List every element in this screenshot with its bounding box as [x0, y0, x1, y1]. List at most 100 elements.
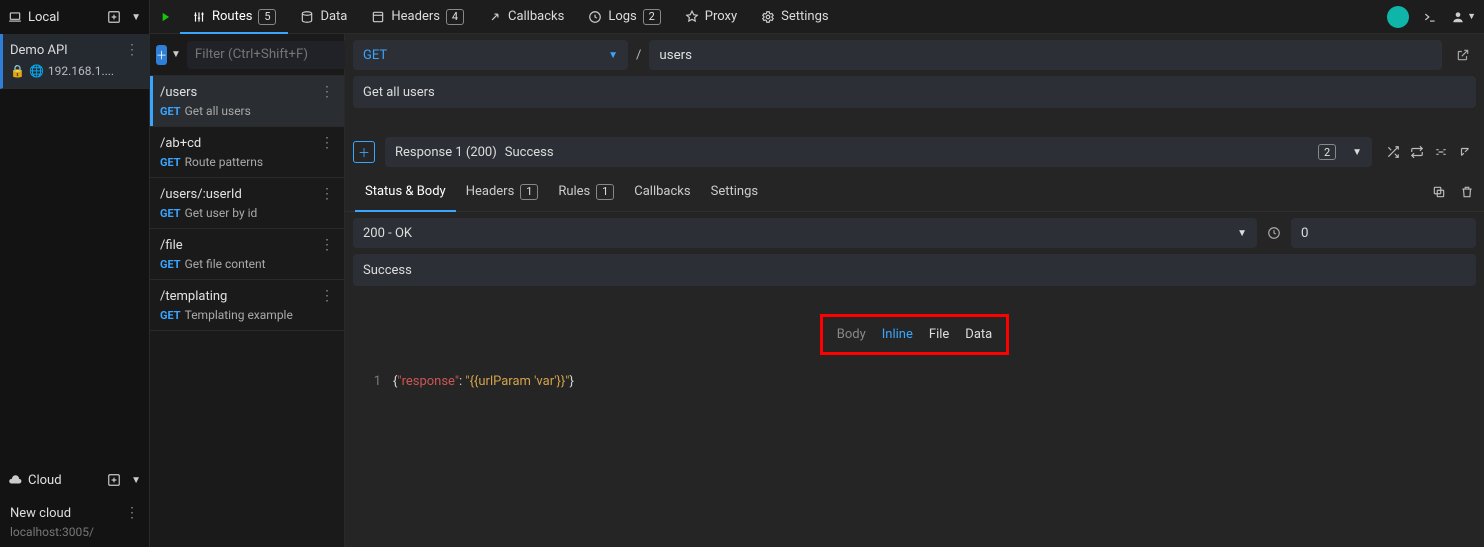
route-method: GET: [160, 207, 181, 220]
body-type-file[interactable]: File: [929, 327, 949, 342]
method-value: GET: [363, 48, 387, 63]
route-description[interactable]: Get all users: [353, 76, 1476, 108]
route-desc: Route patterns: [185, 155, 264, 169]
body-type-selector: Body Inline File Data: [820, 314, 1009, 355]
route-path: /users: [160, 85, 197, 100]
add-route-caret-icon[interactable]: ▼: [171, 49, 181, 60]
route-menu-icon[interactable]: ⋮: [320, 288, 334, 304]
cloud-label: Cloud: [28, 473, 62, 488]
body-editor[interactable]: 1 {"response": "{{urlParam 'var'}}"}: [345, 373, 1484, 390]
delay-input[interactable]: [1291, 218, 1476, 248]
tab-callbacks[interactable]: Callbacks: [476, 0, 576, 34]
route-menu-icon[interactable]: ⋮: [320, 237, 334, 253]
tab-callbacks-label: Callbacks: [508, 9, 564, 24]
tab-data-label: Data: [320, 9, 347, 24]
env-address: 192.168.1....: [48, 64, 114, 78]
route-item[interactable]: /templating ⋮ GETTemplating example: [150, 280, 344, 331]
laptop-icon: [8, 10, 22, 24]
add-env-icon[interactable]: [107, 10, 121, 24]
route-method: GET: [160, 309, 181, 322]
delete-icon[interactable]: [1460, 185, 1474, 199]
chevron-down-icon: ▼: [1237, 228, 1247, 239]
add-route-button[interactable]: ＋: [156, 45, 167, 65]
add-cloud-icon[interactable]: [107, 473, 121, 487]
tab-data[interactable]: Data: [288, 0, 359, 34]
route-method: GET: [160, 156, 181, 169]
globe-icon: 🌐: [29, 64, 44, 78]
account-menu-icon[interactable]: ▼: [1451, 10, 1476, 24]
tab-routes[interactable]: Routes 5: [180, 0, 288, 34]
route-desc: Get all users: [185, 104, 251, 118]
route-item[interactable]: /users/:userId ⋮ GET Get user by id: [150, 178, 344, 229]
cloud-env-item[interactable]: New cloud ⋮ localhost:3005/: [0, 497, 149, 547]
route-item[interactable]: /file ⋮ GET Get file content: [150, 229, 344, 280]
collapse-local-icon[interactable]: ▼: [131, 12, 141, 23]
collapse-cloud-icon[interactable]: ▼: [131, 475, 141, 486]
response-label: Response 1 (200): [395, 145, 497, 160]
tab-logs[interactable]: Logs 2: [576, 0, 672, 34]
route-path: /ab+cd: [160, 136, 201, 151]
chevron-down-icon: ▼: [608, 50, 618, 61]
method-select[interactable]: GET ▼: [353, 40, 628, 70]
cloud-item-menu-icon[interactable]: ⋮: [125, 505, 139, 521]
route-desc: Get user by id: [185, 206, 258, 220]
shuffle-icon[interactable]: [1386, 145, 1400, 159]
tab-logs-label: Logs: [608, 9, 636, 24]
terminal-icon[interactable]: [1423, 10, 1437, 24]
play-icon[interactable]: [158, 10, 172, 24]
avatar[interactable]: [1387, 6, 1409, 28]
cloud-item-sub: localhost:3005/: [10, 525, 139, 539]
route-path: /users/:userId: [160, 187, 242, 202]
body-type-data[interactable]: Data: [965, 327, 992, 342]
repeat-icon[interactable]: [1410, 145, 1424, 159]
logs-count-badge: 2: [643, 9, 661, 25]
status-select[interactable]: 200 - OK ▼: [353, 218, 1257, 248]
response-desc: Success: [505, 145, 554, 160]
response-select[interactable]: Response 1 (200) Success 2 ▼: [385, 137, 1372, 167]
tab-proxy-label: Proxy: [705, 9, 737, 24]
route-menu-icon[interactable]: ⋮: [320, 84, 334, 100]
path-input[interactable]: [649, 40, 1442, 70]
callbacks-icon: [488, 10, 502, 24]
route-desc: Get file content: [185, 257, 266, 271]
body-type-inline[interactable]: Inline: [882, 327, 913, 342]
subtab-callbacks[interactable]: Callbacks: [624, 172, 700, 212]
cloud-item-title: New cloud: [10, 506, 71, 521]
response-count-badge: 2: [1318, 144, 1336, 160]
lock-icon: 🔒: [10, 64, 25, 78]
route-path: /templating: [160, 289, 227, 304]
tab-settings-label: Settings: [781, 9, 828, 24]
env-item-demo-api[interactable]: Demo API ⋮ 🔒 🌐 192.168.1....: [0, 34, 149, 89]
clock-icon: [1267, 226, 1281, 240]
tab-headers[interactable]: Headers 4: [359, 0, 476, 34]
toggle-icon[interactable]: [1434, 145, 1448, 159]
headers-count-badge: 4: [446, 9, 464, 25]
gear-icon: [761, 10, 775, 24]
open-external-icon[interactable]: [1450, 48, 1476, 62]
path-slash: /: [636, 48, 641, 63]
chevron-down-icon: ▼: [1352, 147, 1362, 158]
route-menu-icon[interactable]: ⋮: [320, 135, 334, 151]
route-item[interactable]: /ab+cd ⋮ GET Route patterns: [150, 127, 344, 178]
tab-settings[interactable]: Settings: [749, 0, 840, 34]
add-response-button[interactable]: ＋: [353, 141, 375, 163]
headers-icon: [371, 10, 385, 24]
cloud-section-header: Cloud ▼: [0, 463, 149, 497]
subtab-headers[interactable]: Headers1: [456, 172, 549, 212]
tab-headers-label: Headers: [391, 9, 440, 24]
route-menu-icon[interactable]: ⋮: [320, 186, 334, 202]
line-number: 1: [345, 374, 381, 389]
subtab-rules[interactable]: Rules1: [548, 172, 624, 212]
route-path: /file: [160, 238, 183, 253]
body-type-label: Body: [837, 327, 866, 342]
fallback-icon[interactable]: [1458, 145, 1472, 159]
copy-icon[interactable]: [1432, 185, 1446, 199]
env-menu-icon[interactable]: ⋮: [125, 42, 139, 58]
subtab-status-body[interactable]: Status & Body: [355, 172, 456, 212]
tab-proxy[interactable]: Proxy: [673, 0, 749, 34]
route-item[interactable]: /users ⋮ GETGet all users: [150, 76, 344, 127]
response-label-input[interactable]: Success: [353, 254, 1476, 286]
subtab-settings[interactable]: Settings: [701, 172, 768, 212]
route-method: GET: [160, 258, 181, 271]
routes-icon: [192, 10, 206, 24]
